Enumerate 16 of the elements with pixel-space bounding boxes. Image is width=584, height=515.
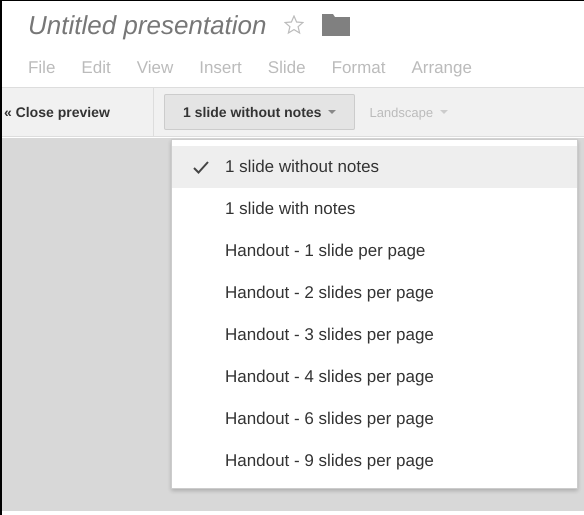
menu-option[interactable]: 1 slide with notes: [172, 188, 577, 230]
caret-icon: [440, 110, 448, 114]
menu-option[interactable]: Handout - 1 slide per page: [172, 230, 577, 272]
menu-option[interactable]: Handout - 3 slides per page: [172, 314, 577, 356]
menu-option[interactable]: Handout - 4 slides per page: [172, 356, 577, 398]
close-preview-link[interactable]: « Close preview: [2, 88, 154, 136]
document-title[interactable]: Untitled presentation: [28, 10, 266, 40]
caret-icon: [328, 110, 336, 114]
star-icon[interactable]: [284, 15, 304, 35]
checkmark-icon: [193, 160, 209, 174]
folder-icon[interactable]: [322, 14, 350, 36]
menu-option[interactable]: Handout - 2 slides per page: [172, 272, 577, 314]
menu-option[interactable]: 1 slide without notes: [172, 146, 577, 188]
layout-dropdown[interactable]: 1 slide without notes: [164, 94, 356, 130]
menu-option[interactable]: Handout - 6 slides per page: [172, 398, 577, 440]
menu-option[interactable]: Handout - 9 slides per page: [172, 440, 577, 482]
